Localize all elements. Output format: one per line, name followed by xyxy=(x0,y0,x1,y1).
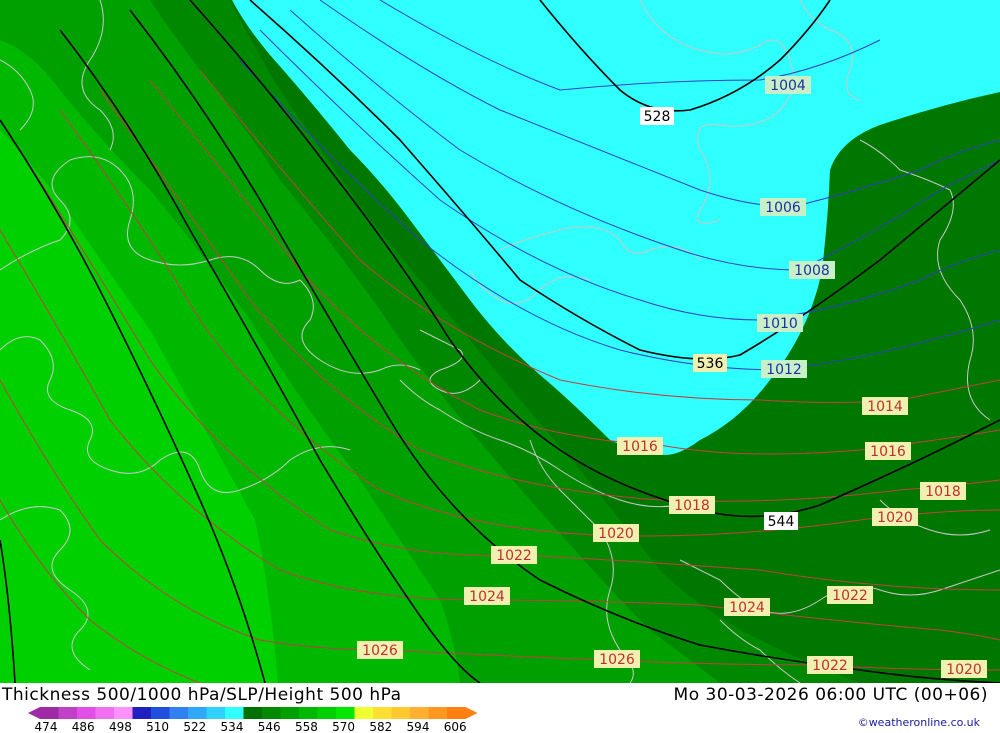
svg-text:1006: 1006 xyxy=(765,200,801,216)
legend-swatch xyxy=(95,707,115,719)
svg-text:1022: 1022 xyxy=(496,548,532,564)
legend-arrow-right xyxy=(465,707,478,719)
legend-swatch xyxy=(410,707,429,719)
legend-swatch xyxy=(280,707,300,719)
svg-text:1024: 1024 xyxy=(469,589,505,605)
isobar-label: 1006 xyxy=(760,198,806,216)
legend-tick-label: 534 xyxy=(221,720,244,733)
map-footer: Thickness 500/1000 hPa/SLP/Height 500 hP… xyxy=(0,683,1000,733)
isobar-label: 1018 xyxy=(669,496,715,514)
isobar-label: 1024 xyxy=(464,587,510,605)
svg-text:1020: 1020 xyxy=(946,662,982,678)
legend-swatch xyxy=(262,707,281,719)
legend-tick-label: 546 xyxy=(258,720,281,733)
color-legend: 474 486 498 510 522 534 546 558 570 582 594 606 xyxy=(28,707,478,733)
svg-text:1016: 1016 xyxy=(622,439,658,455)
legend-swatch xyxy=(299,707,318,719)
legend-swatch xyxy=(447,707,466,719)
svg-text:1024: 1024 xyxy=(729,600,765,616)
credit-link[interactable]: ©weatheronline.co.uk xyxy=(858,716,980,729)
legend-swatch xyxy=(40,707,59,719)
isobar-label: 1016 xyxy=(865,442,911,460)
isobar-label: 1020 xyxy=(593,524,639,542)
legend-swatch xyxy=(354,707,374,719)
svg-text:1012: 1012 xyxy=(766,362,802,378)
isobar-label: 1016 xyxy=(617,437,663,455)
svg-text:1016: 1016 xyxy=(870,444,906,460)
legend-tick-label: 606 xyxy=(444,720,467,733)
legend-swatch xyxy=(225,707,244,719)
svg-text:1008: 1008 xyxy=(794,263,830,279)
legend-tick-label: 522 xyxy=(183,720,206,733)
legend-swatch xyxy=(243,707,263,719)
map-title: Thickness 500/1000 hPa/SLP/Height 500 hP… xyxy=(2,685,402,705)
valid-time: Mo 30-03-2026 06:00 UTC (00+06) xyxy=(673,685,988,705)
legend-tick-label: 510 xyxy=(146,720,169,733)
svg-text:1026: 1026 xyxy=(599,652,635,668)
svg-text:528: 528 xyxy=(644,109,671,125)
legend-swatch xyxy=(132,707,152,719)
isobar-label: 1008 xyxy=(789,261,835,279)
isobar-label: 1012 xyxy=(761,360,807,378)
legend-swatch xyxy=(336,707,355,719)
svg-text:1020: 1020 xyxy=(598,526,634,542)
legend-swatch xyxy=(114,707,133,719)
legend-tick-label: 570 xyxy=(332,720,355,733)
svg-text:1018: 1018 xyxy=(674,498,710,514)
isobar-label: 1022 xyxy=(491,546,537,564)
weather-map: 1004 1006 1008 1010 1012 1014 1016 1016 … xyxy=(0,0,1000,683)
svg-text:1022: 1022 xyxy=(812,658,848,674)
isobar-label: 1022 xyxy=(807,656,853,674)
isobar-label: 1022 xyxy=(827,586,873,604)
legend-tick-label: 582 xyxy=(369,720,392,733)
isobar-label: 1026 xyxy=(594,650,640,668)
legend-tick-label: 486 xyxy=(72,720,95,733)
height-label: 536 xyxy=(693,354,727,372)
isobar-label: 1024 xyxy=(724,598,770,616)
isobar-label: 1026 xyxy=(357,641,403,659)
svg-text:1020: 1020 xyxy=(877,510,913,526)
svg-text:1026: 1026 xyxy=(362,643,398,659)
legend-swatch xyxy=(169,707,189,719)
isobar-label: 1010 xyxy=(757,314,803,332)
isobar-label: 1014 xyxy=(862,397,908,415)
legend-tick-label: 474 xyxy=(35,720,58,733)
legend-swatch xyxy=(428,707,448,719)
legend-swatch xyxy=(77,707,96,719)
svg-text:1018: 1018 xyxy=(925,484,961,500)
legend-swatch xyxy=(373,707,392,719)
svg-text:536: 536 xyxy=(697,356,724,372)
legend-swatch xyxy=(151,707,170,719)
legend-swatch xyxy=(317,707,337,719)
svg-text:1022: 1022 xyxy=(832,588,868,604)
svg-text:1010: 1010 xyxy=(762,316,798,332)
height-label: 544 xyxy=(764,512,798,530)
legend-swatch xyxy=(58,707,78,719)
legend-tick-label: 558 xyxy=(295,720,318,733)
legend-swatch xyxy=(188,707,207,719)
height-label: 528 xyxy=(640,107,674,125)
isobar-label: 1018 xyxy=(920,482,966,500)
legend-tick-label: 594 xyxy=(407,720,430,733)
isobar-label: 1020 xyxy=(941,660,987,678)
svg-text:1014: 1014 xyxy=(867,399,903,415)
legend-swatch xyxy=(391,707,411,719)
isobar-label: 1004 xyxy=(765,76,811,94)
isobar-label: 1020 xyxy=(872,508,918,526)
legend-arrow-left xyxy=(28,707,40,719)
legend-tick-label: 498 xyxy=(109,720,132,733)
legend-swatch xyxy=(206,707,226,719)
svg-text:1004: 1004 xyxy=(770,78,806,94)
svg-text:544: 544 xyxy=(768,514,795,530)
